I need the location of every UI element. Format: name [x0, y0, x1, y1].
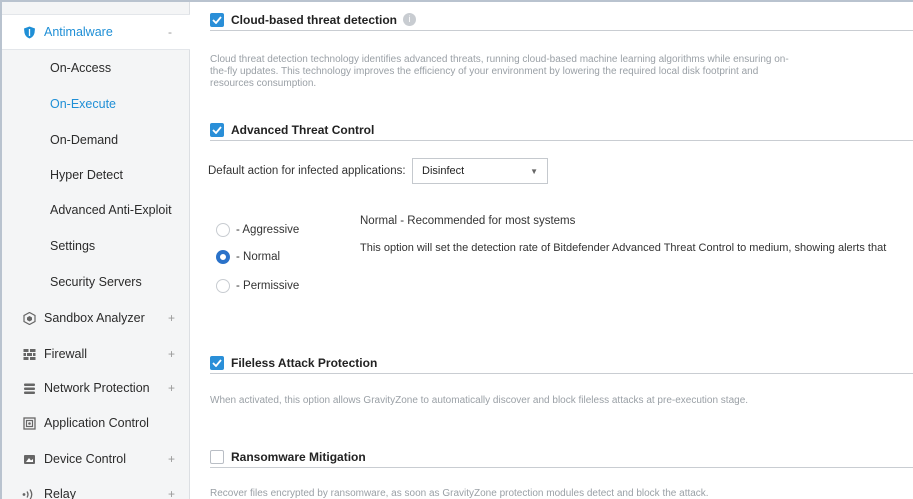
radio-button[interactable] [216, 250, 230, 264]
atc-checkbox[interactable] [210, 122, 224, 137]
sidebar-item-label: On-Access [50, 61, 112, 75]
radio-permissive[interactable]: - Permissive [216, 279, 299, 293]
relay-icon [22, 487, 36, 499]
radio-label: - Permissive [236, 280, 300, 292]
level-description: This option will set the detection rate … [360, 242, 887, 254]
cloud-detection-checkbox[interactable] [210, 12, 224, 27]
sidebar-item-label: Advanced Anti-Exploit [50, 203, 172, 217]
sidebar-item-label: Settings [50, 239, 96, 253]
sidebar-item-hyper-detect[interactable]: Hyper Detect [2, 157, 190, 193]
default-action-select[interactable]: Disinfect ▼ [412, 158, 548, 184]
sidebar-item-label: Firewall [44, 347, 88, 361]
radio-normal[interactable]: - Normal [216, 250, 280, 264]
expand-toggle[interactable]: + [168, 347, 175, 361]
sidebar-item-label: Application Control [44, 416, 149, 430]
sidebar: Antimalware - On-Access On-Execute On-De… [2, 2, 190, 499]
sidebar-item-relay[interactable]: Relay + [2, 476, 190, 499]
sidebar-item-antimalware[interactable]: Antimalware - [2, 14, 190, 50]
fileless-checkbox[interactable] [210, 355, 224, 370]
sidebar-item-security-servers[interactable]: Security Servers [2, 264, 190, 300]
description-line: resources consumption. [210, 78, 317, 89]
radio-aggressive[interactable]: - Aggressive [216, 223, 299, 237]
expand-toggle[interactable]: + [168, 452, 175, 466]
expand-toggle[interactable]: + [168, 381, 175, 395]
radio-button[interactable] [216, 223, 230, 237]
sidebar-item-network-protection[interactable]: Network Protection + [2, 370, 190, 406]
level-title: Normal - Recommended for most systems [360, 215, 576, 227]
radio-label: - Normal [236, 251, 281, 263]
info-icon[interactable]: i [403, 13, 417, 26]
cloud-detection-description: Cloud threat detection technology identi… [210, 54, 789, 90]
sidebar-item-label: Security Servers [50, 275, 142, 289]
sidebar-item-label: Device Control [44, 452, 126, 466]
sidebar-item-on-execute[interactable]: On-Execute [2, 86, 190, 122]
ransomware-description: Recover files encrypted by ransomware, a… [210, 488, 709, 499]
sidebar-item-label: Relay [44, 487, 76, 499]
main-content: Cloud-based threat detection i Cloud thr… [191, 2, 913, 499]
sidebar-item-device-control[interactable]: Device Control + [2, 441, 190, 477]
ransomware-header: Ransomware Mitigation [210, 446, 913, 468]
sidebar-item-label: Hyper Detect [50, 168, 123, 182]
select-value: Disinfect [422, 165, 465, 177]
description-line: Cloud threat detection technology identi… [210, 54, 789, 65]
section-title: Ransomware Mitigation [231, 449, 366, 464]
device-icon [22, 452, 36, 466]
sidebar-item-advanced-anti-exploit[interactable]: Advanced Anti-Exploit [2, 192, 190, 228]
atc-header: Advanced Threat Control [210, 119, 913, 141]
ransomware-checkbox[interactable] [210, 449, 224, 464]
section-title: Cloud-based threat detection [231, 12, 398, 27]
sidebar-item-on-demand[interactable]: On-Demand [2, 122, 190, 158]
expand-toggle[interactable]: + [168, 487, 175, 499]
section-title: Fileless Attack Protection [231, 355, 378, 370]
expand-toggle[interactable]: + [168, 311, 175, 325]
sidebar-item-label: Sandbox Analyzer [44, 311, 145, 325]
description-line: the-fly updates. This technology improve… [210, 66, 759, 77]
sandbox-icon [22, 311, 36, 325]
sidebar-item-firewall[interactable]: Firewall + [2, 336, 190, 372]
sidebar-item-sandbox-analyzer[interactable]: Sandbox Analyzer + [2, 300, 190, 336]
collapse-toggle[interactable]: - [168, 25, 172, 39]
chevron-down-icon: ▼ [530, 166, 538, 176]
sidebar-item-label: On-Execute [50, 97, 117, 111]
fileless-description: When activated, this option allows Gravi… [210, 395, 749, 406]
section-title: Advanced Threat Control [231, 122, 375, 137]
default-action-label: Default action for infected applications… [208, 165, 406, 177]
sidebar-item-application-control[interactable]: Application Control [2, 405, 190, 441]
fileless-header: Fileless Attack Protection [210, 352, 913, 374]
app-control-icon [22, 416, 36, 430]
sidebar-item-label: On-Demand [50, 133, 119, 147]
sidebar-item-settings[interactable]: Settings [2, 228, 190, 264]
firewall-icon [22, 347, 36, 361]
sidebar-item-label: Network Protection [44, 381, 150, 395]
network-icon [22, 381, 36, 395]
shield-icon [22, 25, 36, 39]
sidebar-item-on-access[interactable]: On-Access [2, 50, 190, 86]
radio-label: - Aggressive [236, 224, 300, 236]
radio-button[interactable] [216, 279, 230, 293]
sidebar-item-label: Antimalware [44, 25, 113, 39]
cloud-detection-header: Cloud-based threat detection i [210, 9, 913, 31]
